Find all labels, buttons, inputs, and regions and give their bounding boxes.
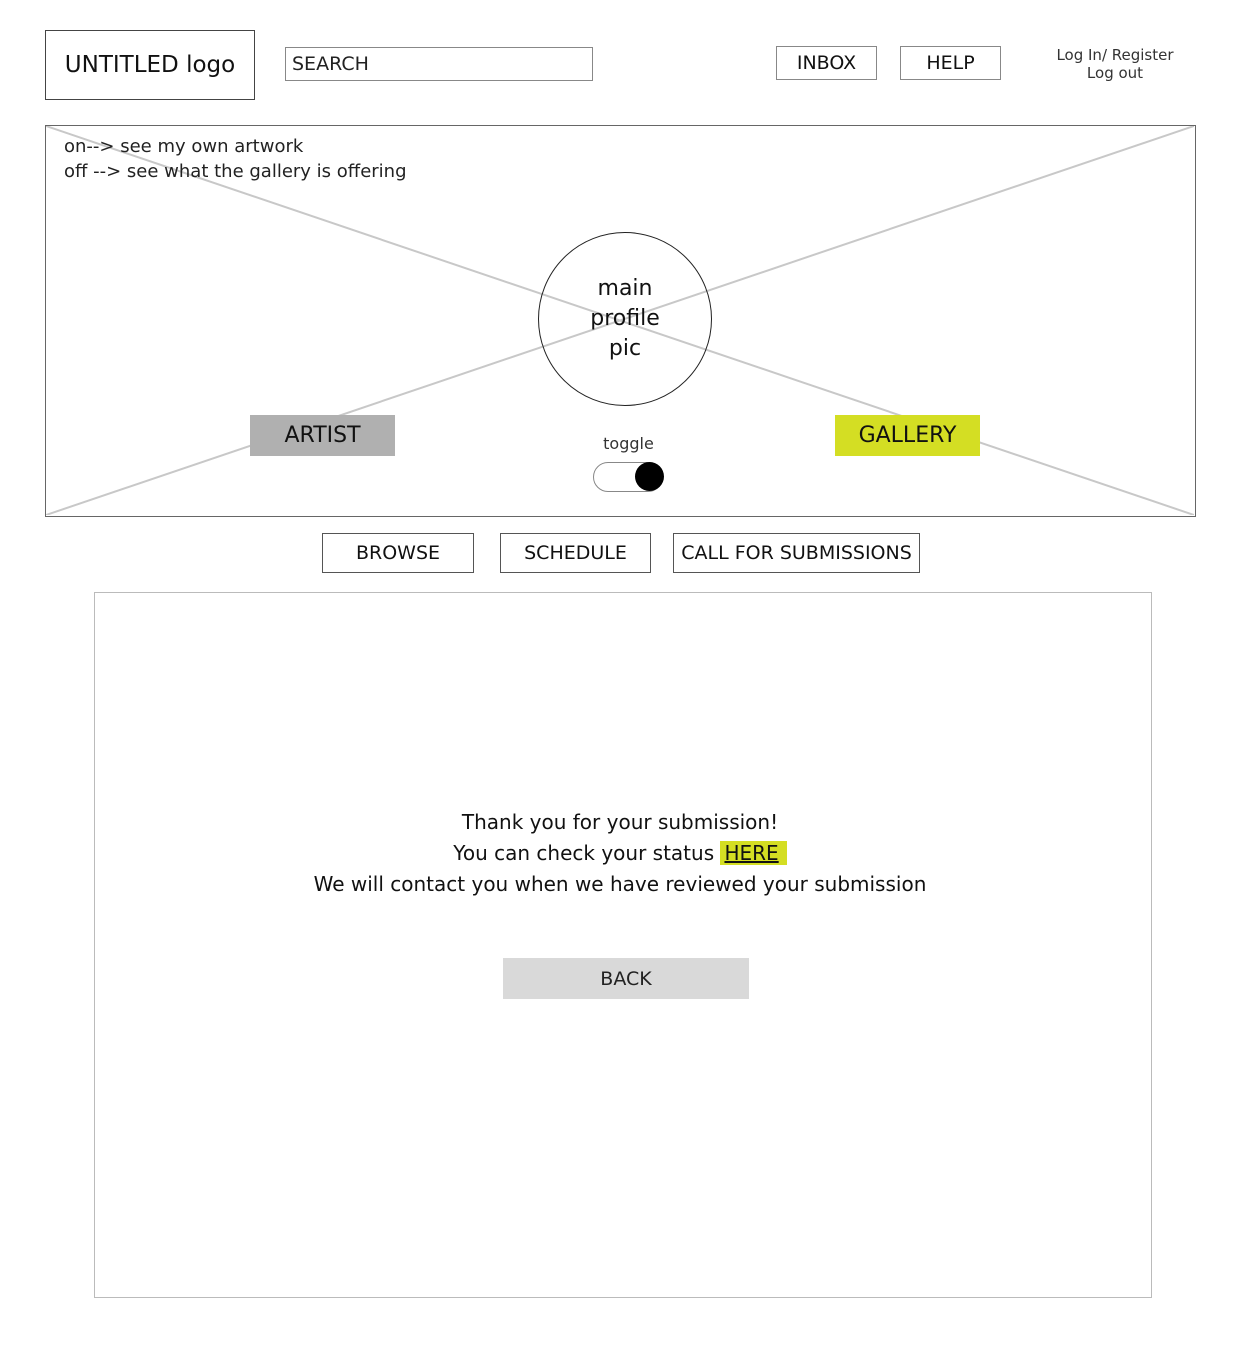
toggle-note-off: off --> see what the gallery is offering	[64, 161, 407, 182]
auth-links: Log In/ Register Log out	[1050, 46, 1180, 82]
contact-text: We will contact you when we have reviewe…	[313, 872, 927, 896]
logout-link[interactable]: Log out	[1050, 64, 1180, 82]
call-for-submissions-button[interactable]: CALL FOR SUBMISSIONS	[673, 533, 920, 573]
profile-pic-label-1: main	[597, 276, 653, 301]
toggle-knob	[635, 462, 664, 491]
logo[interactable]: UNTITLED logo	[45, 30, 255, 100]
schedule-button[interactable]: SCHEDULE	[500, 533, 651, 573]
artist-mode-button[interactable]: ARTIST	[250, 415, 395, 456]
inbox-button[interactable]: INBOX	[776, 46, 877, 80]
help-button[interactable]: HELP	[900, 46, 1001, 80]
status-text: You can check your status	[453, 841, 721, 865]
gallery-mode-button[interactable]: GALLERY	[835, 415, 980, 456]
profile-banner: on--> see my own artwork off --> see wha…	[45, 125, 1196, 517]
browse-button[interactable]: BROWSE	[322, 533, 474, 573]
toggle-label: toggle	[603, 434, 654, 453]
profile-pic[interactable]: main profile pic	[538, 232, 712, 406]
profile-pic-label-3: pic	[608, 336, 642, 361]
mode-toggle[interactable]	[593, 462, 664, 492]
status-link[interactable]: HERE	[720, 841, 787, 865]
toggle-note-on: on--> see my own artwork	[64, 136, 304, 157]
thank-you-text: Thank you for your submission!	[461, 810, 779, 834]
status-line: You can check your status HERE	[95, 838, 1145, 869]
confirmation-message: Thank you for your submission! You can c…	[95, 807, 1145, 900]
search-input[interactable]	[285, 47, 593, 81]
confirmation-panel: Thank you for your submission! You can c…	[94, 592, 1152, 1298]
back-button[interactable]: BACK	[503, 958, 749, 999]
login-register-link[interactable]: Log In/ Register	[1050, 46, 1180, 64]
profile-pic-label-2: profile	[590, 306, 660, 331]
toggle-instructions: on--> see my own artwork off --> see wha…	[64, 134, 407, 184]
